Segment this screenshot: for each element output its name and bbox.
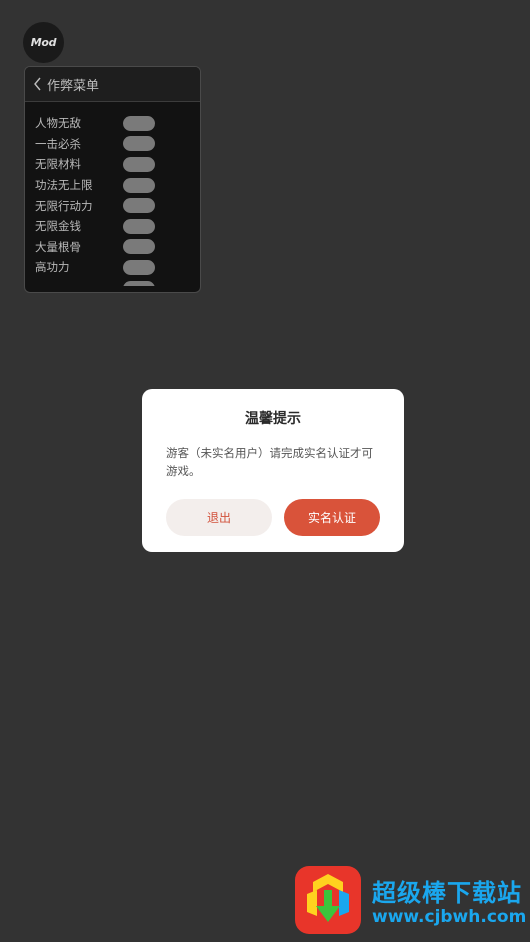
download-logo-icon [295, 866, 361, 934]
watermark-url: www.cjbwh.com [372, 907, 527, 927]
mod-button-label: Mod [30, 36, 57, 49]
mod-floating-button[interactable]: Mod [23, 22, 64, 63]
cheat-menu-header: 作弊菜单 [25, 67, 200, 102]
cheat-toggle[interactable] [123, 218, 155, 234]
cheat-toggle[interactable] [123, 280, 155, 286]
cheat-item-label: 高功力 [35, 260, 70, 275]
cheat-menu-title: 作弊菜单 [47, 78, 100, 94]
cheat-item-one-hit-kill: 一击必杀 [25, 134, 200, 155]
cheat-item-unlimited-money: 无限金钱 [25, 216, 200, 237]
cheat-toggle[interactable] [123, 136, 155, 152]
cheat-toggle[interactable] [123, 198, 155, 214]
cheat-item-label: 一击必杀 [35, 136, 81, 151]
cheat-item-label: 人物无敌 [35, 116, 81, 131]
cheat-menu-list[interactable]: 人物无敌 一击必杀 无限材料 功法无上限 无限行动力 无限金钱 大量根骨 高功力 [25, 113, 200, 286]
cheat-item-bone-quality: 大量根骨 [25, 237, 200, 258]
cheat-item-label: 无限材料 [35, 157, 81, 172]
watermark-brand: 超级棒下载站 [372, 879, 522, 907]
cheat-item-partial [25, 278, 200, 286]
realname-verify-button[interactable]: 实名认证 [284, 499, 380, 536]
realname-warning-dialog: 温馨提示 游客（未实名用户）请完成实名认证才可游戏。 退出 实名认证 [142, 389, 404, 552]
cheat-item-label: 无限金钱 [35, 219, 81, 234]
cheat-item-invincible: 人物无敌 [25, 113, 200, 134]
cheat-item-label: 无限行动力 [35, 198, 93, 213]
dialog-message: 游客（未实名用户）请完成实名认证才可游戏。 [166, 446, 373, 478]
cheat-menu-panel: 作弊菜单 人物无敌 一击必杀 无限材料 功法无上限 无限行动力 无限金钱 大量根… [24, 66, 201, 293]
site-watermark: 超级棒下载站 www.cjbwh.com [293, 864, 530, 942]
cheat-toggle[interactable] [123, 115, 155, 131]
exit-button[interactable]: 退出 [166, 499, 272, 536]
cheat-toggle[interactable] [123, 239, 155, 255]
cheat-toggle[interactable] [123, 177, 155, 193]
cheat-toggle[interactable] [123, 259, 155, 275]
cheat-item-unlimited-action: 无限行动力 [25, 195, 200, 216]
cheat-item-label: 功法无上限 [35, 178, 93, 193]
back-chevron-icon[interactable] [31, 77, 45, 91]
cheat-item-unlimited-materials: 无限材料 [25, 154, 200, 175]
cheat-item-label: 大量根骨 [35, 239, 81, 254]
cheat-toggle[interactable] [123, 156, 155, 172]
cheat-item-high-power: 高功力 [25, 257, 200, 278]
dialog-title: 温馨提示 [245, 411, 301, 427]
cheat-item-skill-no-limit: 功法无上限 [25, 175, 200, 196]
